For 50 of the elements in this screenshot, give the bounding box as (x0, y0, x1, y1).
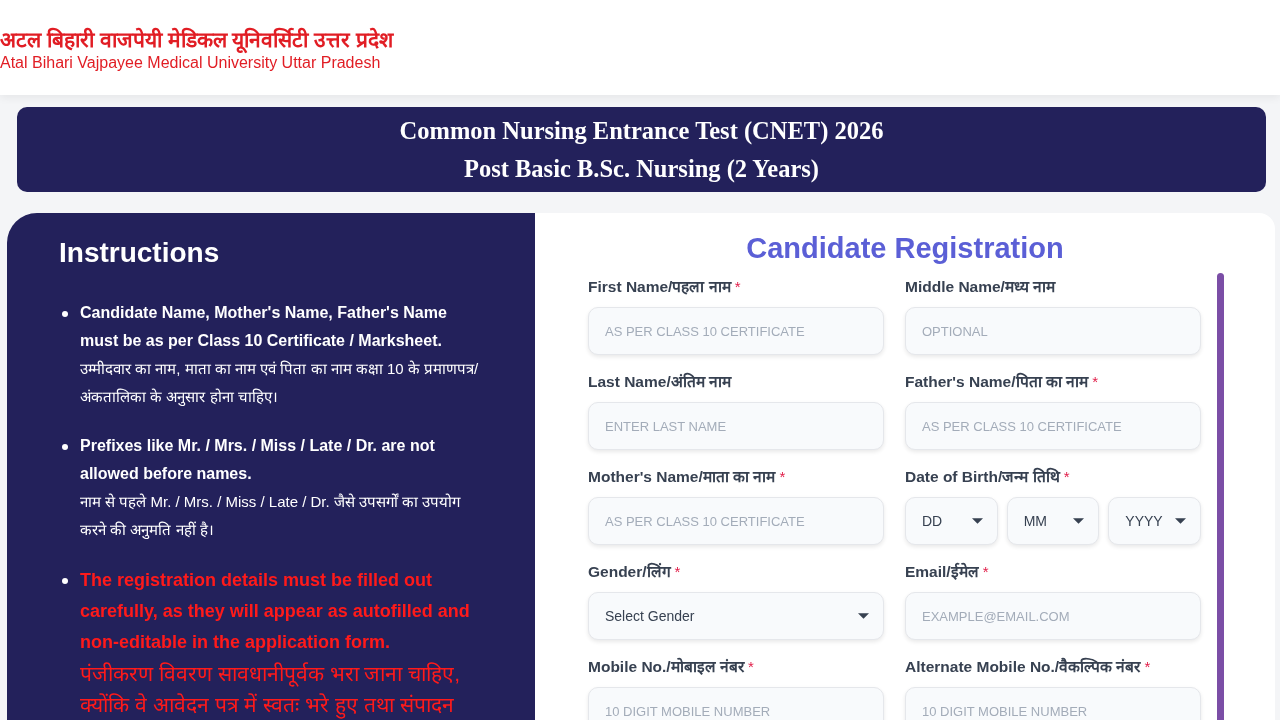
bullet-icon (62, 311, 68, 317)
instruction-text-hindi: पंजीकरण विवरण सावधानीपूर्वक भरा जाना चाहिए, क्योंकि वे आवेदन पत्र में स्वतः भरे हुए तथा संपादन (80, 658, 484, 720)
field-label: Gender/लिंग (588, 562, 671, 582)
date-part-select[interactable]: MM (1006, 497, 1100, 545)
text-input[interactable]: 10 DIGIT MOBILE NUMBER (905, 687, 1201, 720)
text-input[interactable]: AS PER CLASS 10 CERTIFICATE (588, 497, 884, 545)
date-part-select[interactable]: YYYY (1108, 497, 1201, 545)
instruction-text: Candidate Name, Mother's Name, Father's Name must be as per Class 10 Certificate / Marksheet. (80, 303, 448, 351)
required-asterisk: * (1092, 372, 1098, 392)
bullet-icon (62, 578, 68, 584)
university-name-hindi: अटल बिहारी वाजपेयी मेडिकल यूनिवर्सिटी उत्तर प्रदेश (0, 27, 393, 53)
caret-down-icon (971, 518, 983, 524)
text-input[interactable]: 10 DIGIT MOBILE NUMBER (588, 687, 884, 720)
instruction-text: Prefixes like Mr. / Mrs. / Miss / Late / Dr. are not allowed before names. (80, 436, 436, 484)
required-asterisk: * (747, 657, 754, 677)
instruction-text: The registration details must be filled out carefully, as they will appear as autofilled and non-editable in the application form. (80, 569, 471, 654)
date-part-select[interactable]: DD (905, 497, 998, 545)
instruction-text-hindi: नाम से पहले Mr. / Mrs. / Miss / Late / Dr. जैसे उपसर्गों का उपयोग करने की अनुमति नहीं है। (80, 492, 462, 541)
required-asterisk: * (982, 562, 989, 582)
required-asterisk: * (1063, 467, 1070, 487)
required-asterisk: * (779, 467, 786, 487)
bullet-icon (62, 444, 68, 450)
caret-down-icon (1175, 518, 1186, 524)
required-asterisk: * (734, 277, 741, 297)
university-name-english: Atal Bihari Vajpayee Medical University Uttar Pradesh (0, 53, 381, 73)
scrollbar-thumb[interactable] (1217, 273, 1224, 720)
required-asterisk: * (674, 562, 681, 582)
field-label: Mobile No./मोबाइल नंबर (588, 657, 744, 677)
instruction-text-hindi: उम्मीदवार का नाम, माता का नाम एवं पिता का नाम कक्षा 10 के प्रमाणपत्र/ अंकतालिका के अनुसार होना चाहिए। (80, 359, 480, 408)
required-asterisk: * (1144, 657, 1151, 677)
registration-heading: Candidate Registration (745, 231, 1065, 266)
field-label: Mother's Name/माता का नाम (588, 467, 776, 487)
field-label: First Name/पहला नाम (588, 277, 731, 297)
text-input[interactable]: ENTER LAST NAME (588, 402, 884, 450)
field-label: Father's Name/पिता का नाम (905, 372, 1089, 392)
instructions-heading: Instructions (59, 236, 221, 270)
caret-down-icon (1073, 518, 1085, 524)
field-label: Email/ईमेल (905, 562, 979, 582)
gender-select[interactable]: Select Gender (588, 592, 884, 640)
text-input[interactable]: EXAMPLE@EMAIL.COM (905, 592, 1201, 640)
banner-title: Common Nursing Entrance Test (CNET) 2026 (399, 115, 884, 147)
field-label: Date of Birth/जन्म तिथि (905, 467, 1060, 487)
field-label: Middle Name/मध्य नाम (905, 277, 1056, 297)
text-input[interactable]: AS PER CLASS 10 CERTIFICATE (905, 402, 1201, 450)
text-input[interactable]: AS PER CLASS 10 CERTIFICATE (588, 307, 884, 355)
banner-title: Post Basic B.Sc. Nursing (2 Years) (464, 153, 819, 184)
caret-down-icon (858, 613, 869, 619)
field-label: Last Name/अंतिम नाम (588, 372, 731, 392)
text-input[interactable]: OPTIONAL (905, 307, 1201, 355)
field-label: Alternate Mobile No./वैकल्पिक नंबर (905, 657, 1141, 677)
